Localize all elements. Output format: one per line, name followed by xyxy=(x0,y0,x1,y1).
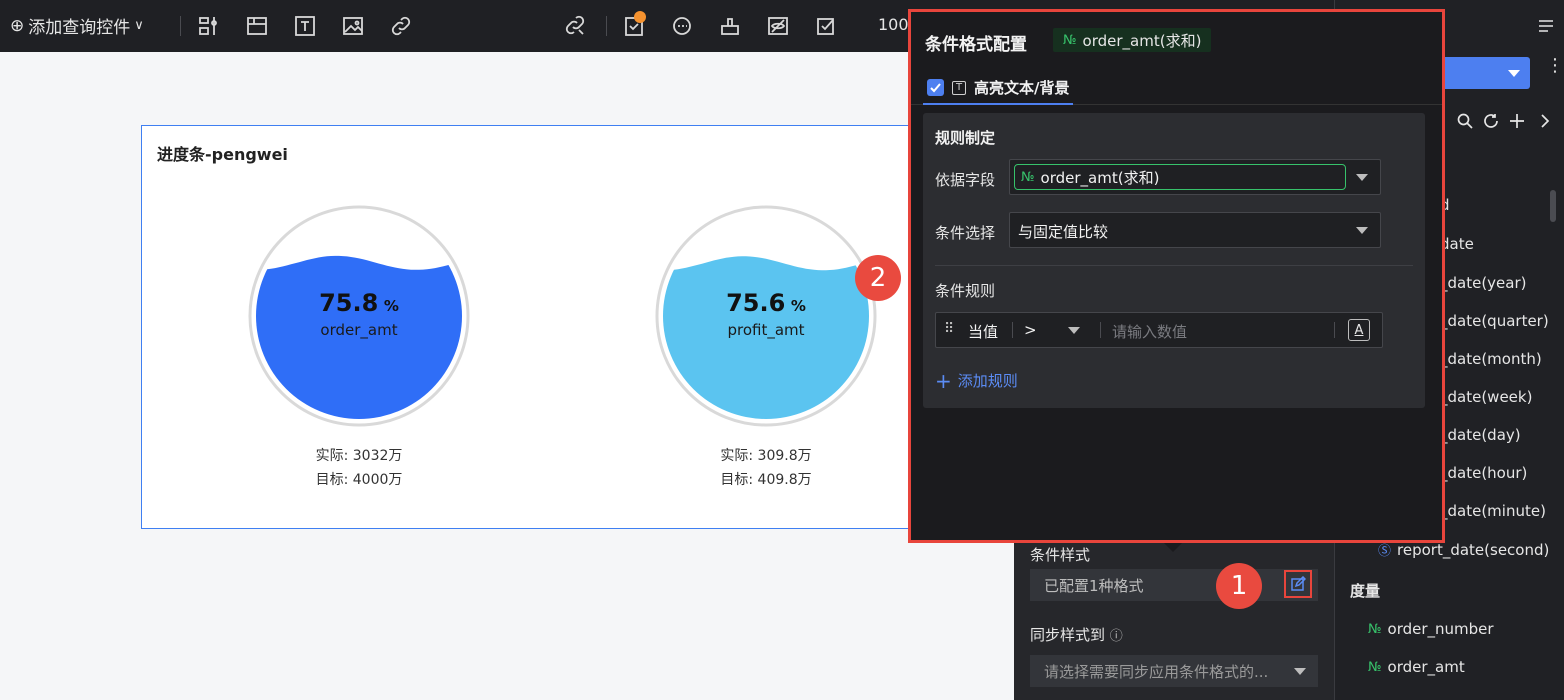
measure-field[interactable]: № order_number xyxy=(1368,620,1494,638)
edit-icon xyxy=(1291,576,1306,591)
chevron-down-icon xyxy=(1508,70,1520,77)
chevron-down-icon xyxy=(1356,227,1368,234)
rule-head: 规则制定 xyxy=(935,129,996,147)
gauge-water-fill xyxy=(256,255,462,419)
dimension-field[interactable]: _date(week) xyxy=(1440,388,1532,406)
rule-divider xyxy=(1012,322,1013,338)
text-style-icon[interactable]: A xyxy=(1348,319,1370,341)
tab-checkbox[interactable] xyxy=(927,79,944,96)
basis-field-chip: № order_amt(求和) xyxy=(1014,164,1346,190)
dimension-field[interactable]: _date(year) xyxy=(1440,274,1527,292)
add-query-control-button[interactable]: ⊕ 添加查询控件 ∨ xyxy=(10,13,144,39)
gauge-actual: 实际: 3032万 xyxy=(315,448,403,464)
rule-subject: 当值 xyxy=(968,323,999,341)
rule-definition-section: 规则制定 依据字段 № order_amt(求和) 条件选择 与固定值比较 条件… xyxy=(923,113,1425,408)
hide-preview-icon[interactable] xyxy=(766,14,790,38)
chat-refresh-icon[interactable] xyxy=(670,14,694,38)
dimension-field[interactable]: _date(quarter) xyxy=(1440,312,1549,330)
zoom-plus-icon: ⊕ xyxy=(10,15,25,36)
notification-dot xyxy=(634,11,646,23)
dimension-field[interactable]: _date(minute) xyxy=(1440,502,1546,520)
dimension-field[interactable]: _date(hour) xyxy=(1440,464,1527,482)
card-title: 进度条-pengwei xyxy=(157,145,288,164)
search-icon[interactable] xyxy=(1456,112,1474,130)
numeric-field-icon: № xyxy=(1063,32,1077,48)
toolbar-divider xyxy=(180,16,181,36)
add-query-control-label: 添加查询控件 xyxy=(28,18,131,38)
condition-style-summary: 已配置1种格式 xyxy=(1030,569,1318,601)
gauge-percent: 75.6 % xyxy=(726,289,806,317)
brush-icon[interactable] xyxy=(718,14,742,38)
basis-field-select[interactable]: № order_amt(求和) xyxy=(1009,159,1381,195)
sync-style-label: 同步样式到 ⓘ xyxy=(1030,626,1123,644)
chevron-right-icon[interactable] xyxy=(1536,112,1554,130)
image-icon[interactable] xyxy=(341,14,365,38)
numeric-field-icon: № xyxy=(1368,659,1382,675)
field-tag: № order_amt(求和) xyxy=(1053,28,1212,52)
dataset-select[interactable] xyxy=(1440,57,1530,89)
dimension-field[interactable]: _date(month) xyxy=(1440,350,1542,368)
measure-field[interactable]: № order_amt xyxy=(1368,658,1465,676)
rule-divider xyxy=(1334,322,1335,338)
dimension-field[interactable]: date xyxy=(1440,235,1474,253)
add-icon[interactable] xyxy=(1508,112,1526,130)
popover-title: 条件格式配置 xyxy=(925,35,1027,55)
step-marker-1: 1 xyxy=(1216,563,1262,609)
step-marker-2: 2 xyxy=(855,255,901,301)
linkage-icon[interactable] xyxy=(564,14,588,38)
text-box-icon[interactable] xyxy=(293,14,317,38)
link-icon[interactable] xyxy=(389,14,413,38)
filter-layout-icon[interactable] xyxy=(197,14,221,38)
chevron-down-icon xyxy=(1356,174,1368,181)
operator-select[interactable]: > xyxy=(1024,321,1037,339)
value-input[interactable]: 请输入数值 xyxy=(1112,321,1187,342)
info-icon: ⓘ xyxy=(1109,629,1123,644)
gauge-target: 目标: 4000万 xyxy=(315,472,403,488)
condition-select[interactable]: 与固定值比较 xyxy=(1009,212,1381,248)
measure-section-title: 度量 xyxy=(1350,582,1381,600)
chevron-down-icon xyxy=(1294,668,1306,675)
format-tabs: T 高亮文本/背景 xyxy=(911,72,1442,105)
condition-style-label: 条件样式 xyxy=(1030,546,1091,564)
drag-handle-icon[interactable]: ⠿ xyxy=(944,321,955,337)
menu-icon[interactable] xyxy=(1536,16,1556,36)
condition-select-label: 条件选择 xyxy=(935,224,996,242)
edit-condition-style-button[interactable] xyxy=(1284,570,1312,598)
conditional-format-popover: 条件格式配置 № order_amt(求和) T 高亮文本/背景 规则制定 依据… xyxy=(908,9,1445,543)
checkbox-icon[interactable] xyxy=(814,14,838,38)
plus-icon: + xyxy=(935,368,952,393)
dimension-field[interactable]: _date(day) xyxy=(1440,426,1521,444)
gauge-target: 目标: 409.8万 xyxy=(720,472,812,488)
chevron-down-icon xyxy=(1068,327,1080,334)
condition-rules-label: 条件规则 xyxy=(935,282,996,300)
tab-container-icon[interactable] xyxy=(245,14,269,38)
numeric-field-icon: № xyxy=(1021,169,1035,185)
field-list-scrollbar[interactable] xyxy=(1550,190,1556,222)
check-icon xyxy=(930,83,941,93)
gauge-measure-name: order_amt xyxy=(320,321,398,339)
numeric-field-icon: № xyxy=(1368,621,1382,637)
popover-caret xyxy=(1164,543,1182,552)
refresh-icon[interactable] xyxy=(1482,112,1500,130)
sync-style-select[interactable]: 请选择需要同步应用条件格式的... xyxy=(1030,655,1318,687)
toolbar-divider xyxy=(606,16,607,36)
rule-divider xyxy=(1100,322,1101,338)
chevron-down-icon: ∨ xyxy=(134,18,144,33)
gauge-measure-name: profit_amt xyxy=(727,321,805,339)
gauge-actual: 实际: 309.8万 xyxy=(720,448,812,464)
basis-field-label: 依据字段 xyxy=(935,171,996,189)
zoom-level[interactable]: 100 xyxy=(878,15,909,34)
condition-rule-row: ⠿ 当值 > 请输入数值 A xyxy=(935,312,1383,348)
tab-highlight-text-bg[interactable]: T 高亮文本/背景 xyxy=(923,72,1074,105)
more-icon[interactable]: ⋮ xyxy=(1546,57,1564,75)
section-divider xyxy=(935,265,1413,266)
text-icon: T xyxy=(952,80,966,95)
add-rule-button[interactable]: + 添加规则 xyxy=(935,370,1018,391)
gauge-water-fill xyxy=(663,256,869,419)
gauge-percent: 75.8 % xyxy=(319,289,399,317)
